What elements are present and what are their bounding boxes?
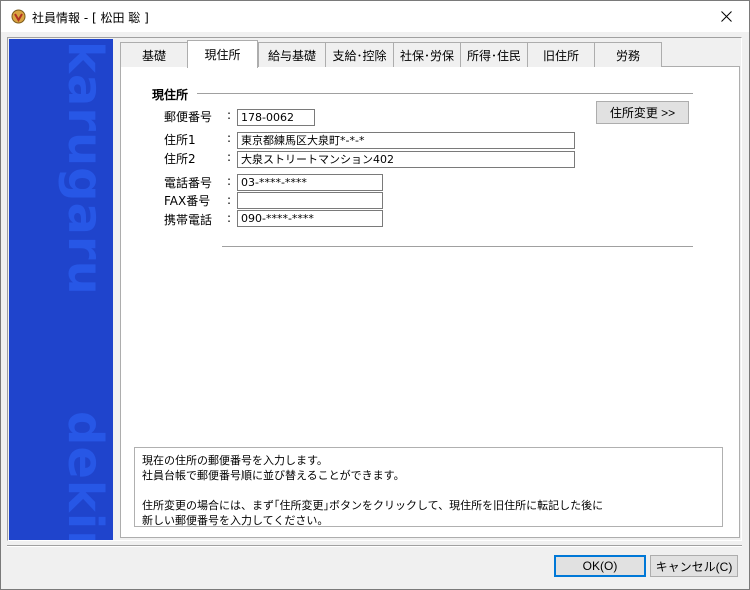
window-title: 社員情報 - [ 松田 聡 ] — [32, 11, 149, 25]
tab-income-resident[interactable]: 所得･住民 — [460, 42, 528, 67]
close-button[interactable] — [703, 1, 749, 32]
fax-colon: : — [227, 193, 232, 207]
fax-label: FAX番号 — [164, 194, 211, 208]
address1-input[interactable]: 東京都練馬区大泉町*-*-* — [237, 132, 575, 149]
address2-colon: : — [227, 150, 232, 164]
ok-button[interactable]: OK(O) — [554, 555, 646, 577]
mobile-input[interactable]: 090-****-**** — [237, 210, 383, 227]
postal-colon: : — [227, 108, 232, 122]
help-line: 現在の住所の郵便番号を入力します。 — [142, 454, 328, 467]
close-icon — [720, 11, 732, 22]
tab-basic[interactable]: 基礎 — [120, 42, 188, 67]
help-line: 社員台帳で郵便番号順に並び替えることができます。 — [142, 469, 405, 482]
tab-salary-basic[interactable]: 給与基礎 — [258, 42, 326, 67]
phone-colon: : — [227, 174, 232, 188]
mobile-label: 携帯電話 — [164, 213, 213, 227]
address1-label: 住所1 — [164, 133, 196, 147]
tab-payment-deduction[interactable]: 支給･控除 — [325, 42, 394, 67]
phone-label: 電話番号 — [164, 176, 213, 190]
tab-labor[interactable]: 労務 — [594, 42, 662, 67]
cancel-button[interactable]: キャンセル(C) — [650, 555, 738, 577]
postal-label: 郵便番号 — [164, 110, 213, 124]
postal-code-input[interactable]: 178-0062 — [237, 109, 315, 126]
help-line — [142, 483, 715, 498]
tab-current-address[interactable]: 現住所 — [187, 40, 258, 68]
help-line: 住所変更の場合には、まず｢住所変更｣ボタンをクリックして、現住所を旧住所に転記し… — [142, 499, 604, 512]
app-icon — [11, 9, 26, 24]
help-text-box: 現在の住所の郵便番号を入力します。 社員台帳で郵便番号順に並び替えることができま… — [134, 447, 723, 527]
address1-colon: : — [227, 131, 232, 145]
brand-watermark-bottom: dekiru — [57, 411, 113, 540]
phone-input[interactable]: 03-****-**** — [237, 174, 383, 191]
help-line: 新しい郵便番号を入力してください。 — [142, 514, 329, 527]
brand-watermark-top: karugaru — [57, 41, 113, 296]
address2-input[interactable]: 大泉ストリートマンション402 — [237, 151, 575, 168]
mobile-colon: : — [227, 211, 232, 225]
address2-label: 住所2 — [164, 152, 196, 166]
tab-previous-address[interactable]: 旧住所 — [527, 42, 595, 67]
address-change-button[interactable]: 住所変更 >> — [596, 101, 689, 124]
section-divider-top — [197, 93, 693, 95]
footer-divider — [7, 545, 742, 547]
fax-input[interactable] — [237, 192, 383, 209]
section-divider-bottom — [222, 246, 693, 248]
tab-social-labor-insurance[interactable]: 社保･労保 — [393, 42, 461, 67]
brand-panel: karugaru dekiru — [9, 39, 113, 540]
section-title: 現住所 — [152, 88, 189, 102]
title-bar[interactable]: 社員情報 - [ 松田 聡 ] — [1, 1, 749, 32]
